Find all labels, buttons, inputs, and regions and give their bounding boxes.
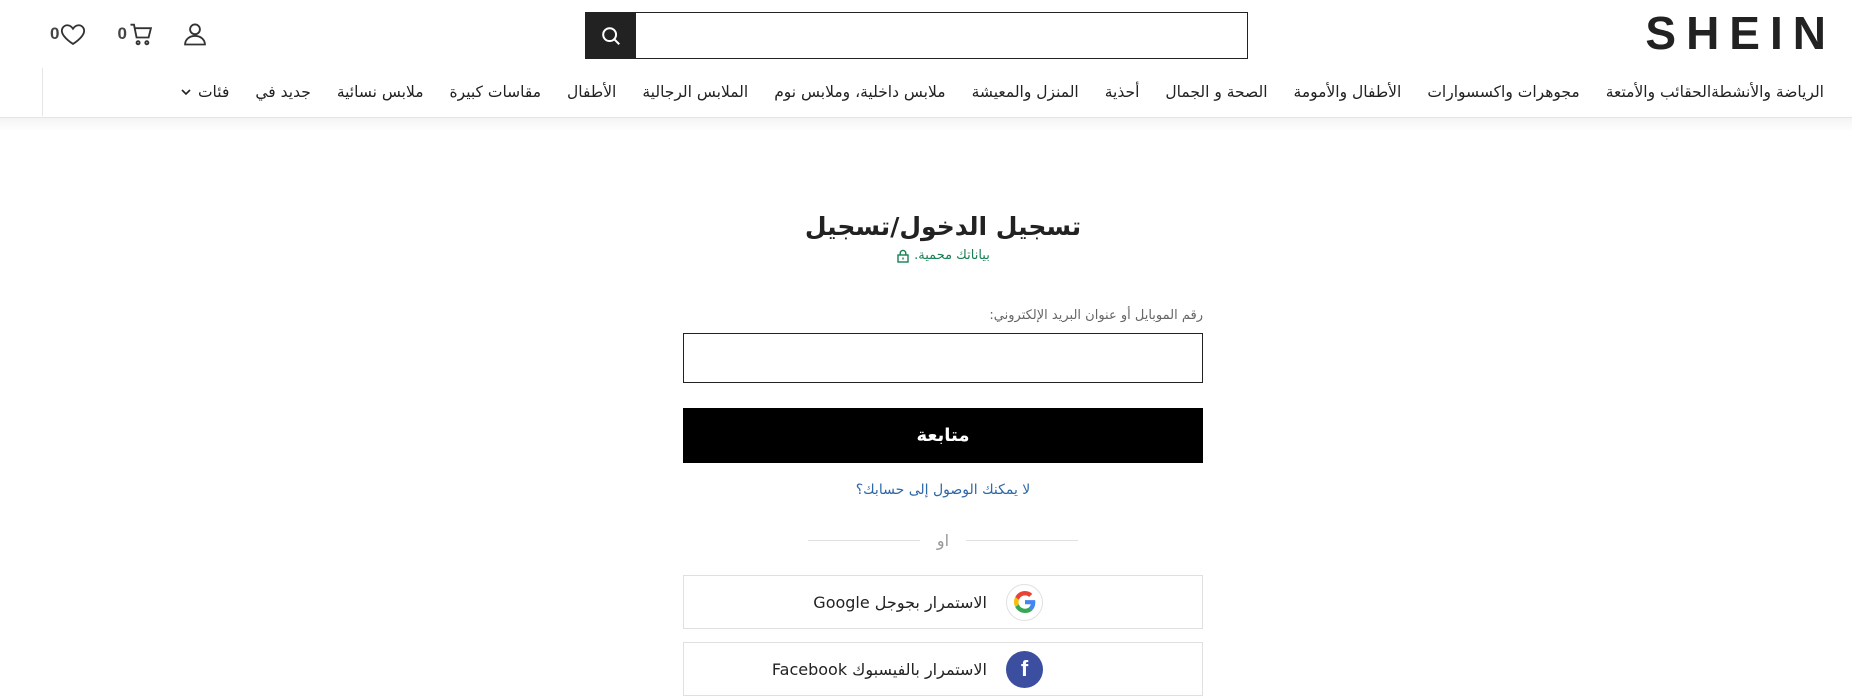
category-nav: فئات جديد في ملابس نسائية مقاسات كبيرة ا… [154,70,1824,114]
heart-icon [61,24,86,46]
cart-icon [130,23,153,46]
nav-item-women[interactable]: ملابس نسائية [337,83,424,101]
nav-item-new-in[interactable]: جديد في [255,83,310,101]
facebook-login-label: الاستمرار بالفيسبوك Facebook [771,659,987,679]
divider-line [966,539,1078,541]
secure-notice: بياناتك محمية. [683,248,1203,263]
search-input[interactable] [636,13,1247,58]
wishlist-count: 0 [50,24,60,43]
header: SHEIN 0 0 فئات جديد في ملابس نسائية مقاس… [0,0,1852,118]
nav-item-jewelry-accessories[interactable]: مجوهرات واكسسوارات [1427,83,1579,101]
header-icons: 0 0 [50,18,209,50]
google-login-button[interactable]: الاستمرار بجوجل Google [683,575,1203,629]
header-shadow [0,118,1852,132]
or-divider: او [808,530,1078,550]
nav-item-underwear-sleepwear[interactable]: ملابس داخلية، وملابس نوم [774,83,945,101]
nav-item-men[interactable]: الملابس الرجالية [642,83,748,101]
search-bar [585,12,1248,59]
nav-item-beauty-health[interactable]: الصحة و الجمال [1165,83,1267,101]
user-icon [184,23,206,46]
divider-line [808,539,921,541]
search-icon [602,26,620,45]
google-icon [1006,583,1043,621]
nav-item-shoes[interactable]: أحذية [1105,83,1140,101]
nav-item-bags-luggage[interactable]: الحقائب والأمتعة [1606,83,1711,101]
lock-icon [897,249,909,263]
cart-count: 0 [117,24,127,43]
account-input[interactable] [683,333,1203,383]
or-text: او [936,530,950,550]
search-button[interactable] [586,13,636,58]
chevron-down-icon [181,89,191,96]
google-login-label: الاستمرار بجوجل Google [813,592,987,612]
nav-item-categories[interactable]: فئات [180,83,229,101]
facebook-icon: f [1006,650,1043,688]
facebook-login-button[interactable]: f الاستمرار بالفيسبوك Facebook [683,642,1203,696]
continue-button[interactable]: متابعة [683,408,1203,463]
account-field-label: رقم الموبايل أو عنوان البريد الإلكتروني: [989,308,1203,323]
nav-item-home-living[interactable]: المنزل والمعيشة [972,83,1079,101]
nav-item-sports[interactable]: الرياضة والأنشطة [1711,83,1824,101]
account-button[interactable] [181,20,209,48]
nav-divider [42,68,43,116]
nav-item-plus-size[interactable]: مقاسات كبيرة [450,83,542,101]
secure-text: بياناتك محمية. [914,248,990,263]
wishlist-button[interactable]: 0 [50,20,87,48]
shein-logo[interactable]: SHEIN [1645,8,1836,58]
cart-button[interactable]: 0 [117,20,154,48]
cannot-access-account-link[interactable]: لا يمكنك الوصول إلى حسابك؟ [683,482,1203,498]
nav-item-kids[interactable]: الأطفال [567,83,616,101]
nav-item-label: فئات [197,83,230,101]
page-title: تسجيل الدخول/تسجيل [804,212,1082,241]
nav-item-baby-maternity[interactable]: الأطفال والأمومة [1294,83,1402,101]
